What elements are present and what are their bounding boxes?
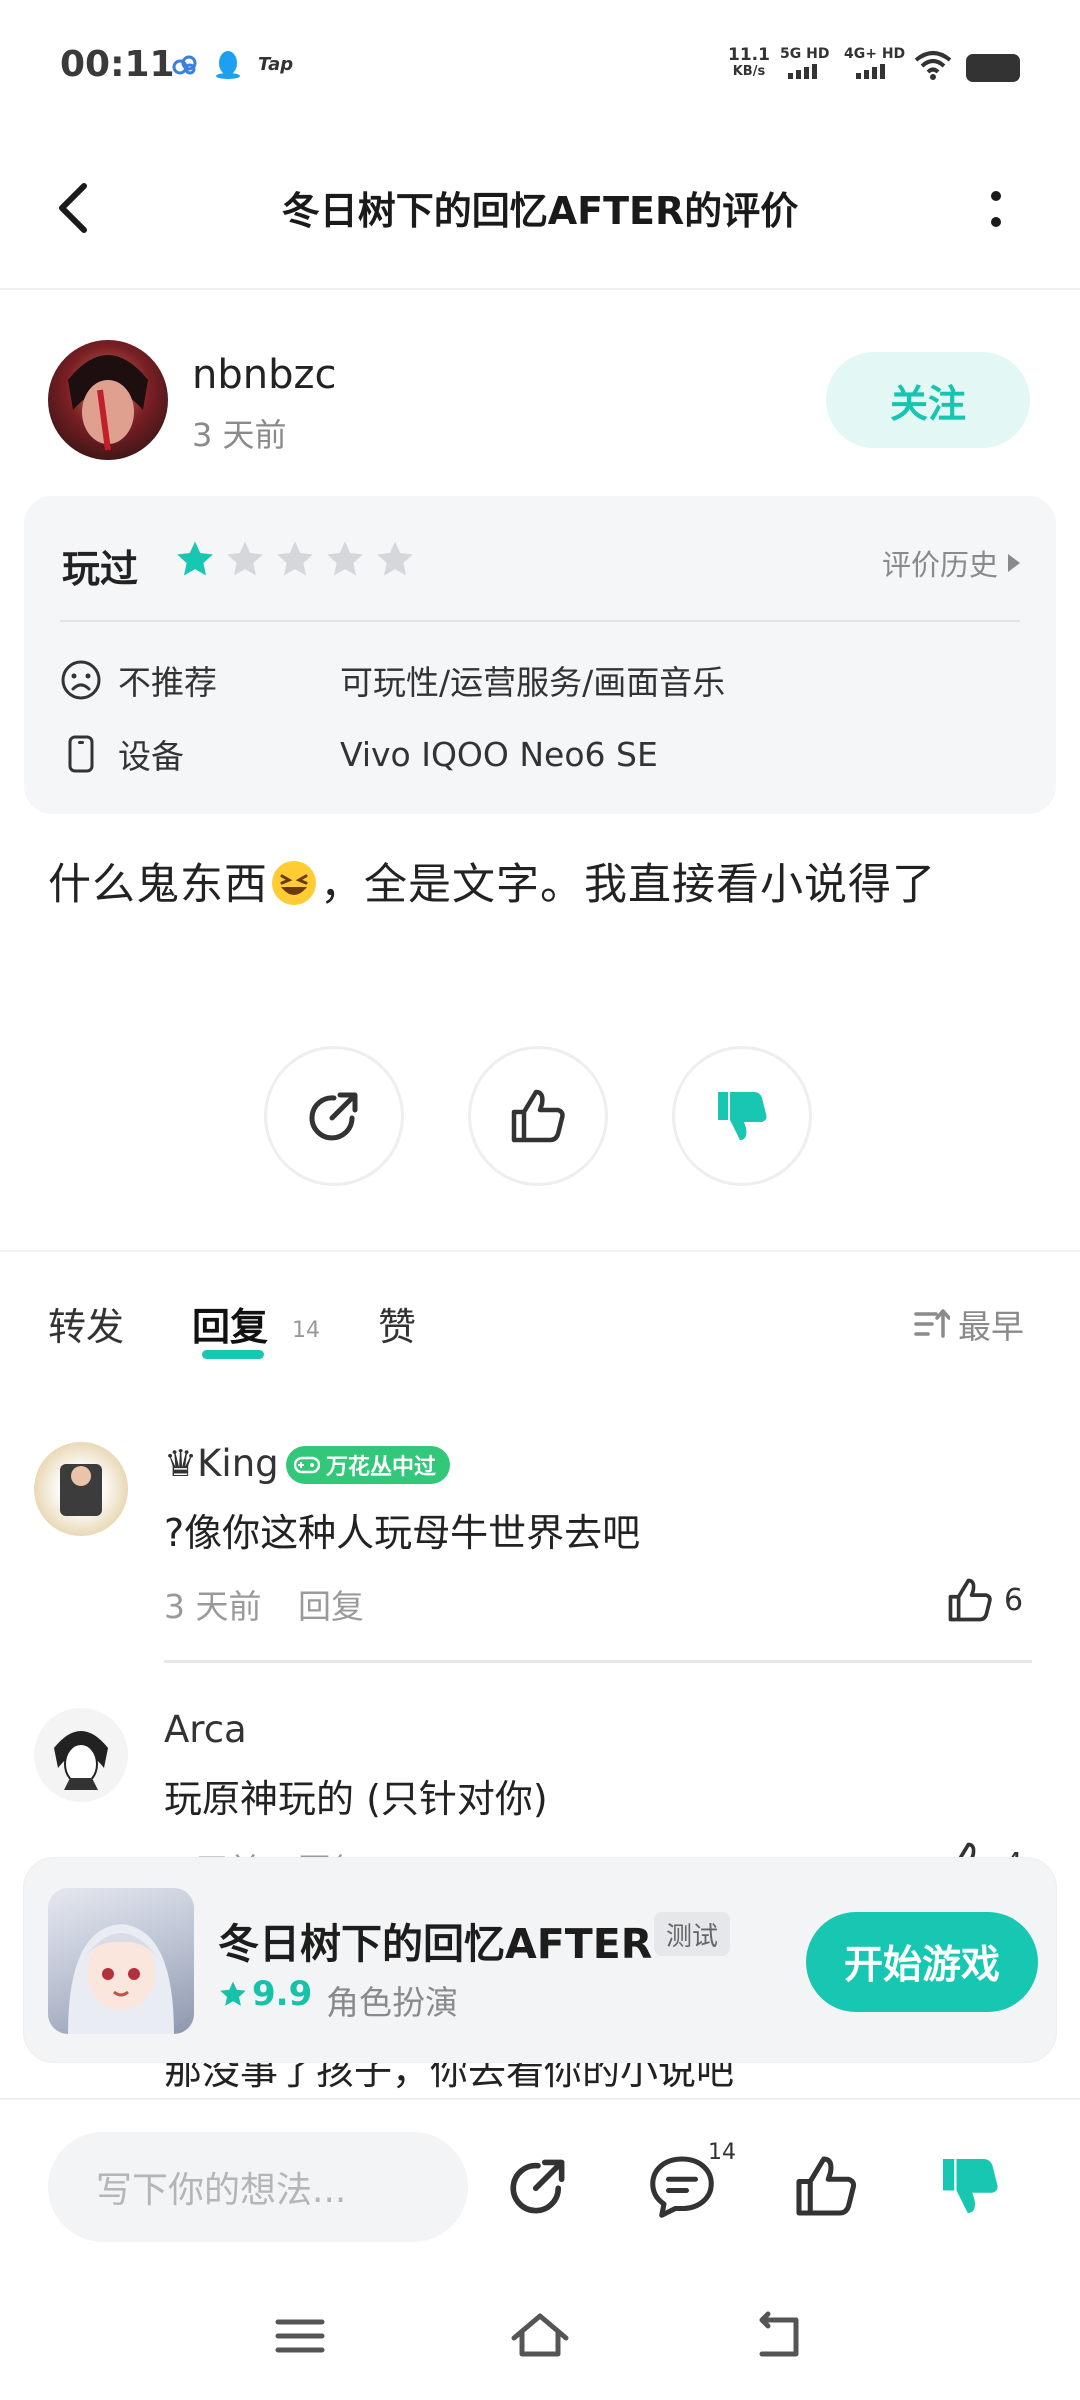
follow-button[interactable]: 关注	[826, 352, 1030, 448]
star-empty-icon	[327, 541, 363, 576]
star-empty-icon	[227, 541, 263, 576]
comment-avatar[interactable]	[34, 1708, 128, 1802]
bottom-action-bar: 写下你的想法... 14	[0, 2098, 1080, 2242]
thumbs-up-icon[interactable]	[790, 2150, 862, 2222]
comment-reply-button[interactable]: 回复	[298, 1580, 364, 1628]
dislike-button[interactable]	[672, 1046, 812, 1186]
device-label: 设备	[118, 737, 184, 776]
game-cover-image[interactable]	[48, 1888, 194, 2034]
sad-face-icon	[61, 660, 101, 700]
device-row: 设备 Vivo IQOO Neo6 SE	[60, 730, 658, 778]
review-history-label: 评价历史	[881, 548, 998, 582]
sort-toggle[interactable]: 最早	[914, 1300, 1024, 1348]
user-badge: 万花丛中过	[286, 1446, 451, 1484]
grinning-squinting-emoji-icon	[272, 861, 316, 905]
author-name[interactable]: nbnbzc	[192, 352, 336, 398]
comment-text: ?像你这种人玩母牛世界去吧	[164, 1511, 641, 1555]
game-card[interactable]: 冬日树下的回忆AFTER 测试 9.9 角色扮演 开始游戏	[24, 1858, 1056, 2062]
game-score: 9.9	[218, 1974, 312, 2014]
tab-likes[interactable]: 赞	[378, 1296, 416, 1351]
star-empty-icon	[277, 541, 313, 576]
sim2-label: 4G+ HD	[844, 46, 906, 62]
author-avatar[interactable]	[48, 340, 168, 460]
like-button[interactable]	[468, 1046, 608, 1186]
rating-card: 玩过 评价历史 不推荐 可玩性/运营服务/画面音乐 设备 Vivo IQOO N…	[24, 496, 1056, 814]
comment-like-button[interactable]: 6	[944, 1574, 1023, 1626]
comment-like-count: 6	[1004, 1582, 1024, 1618]
star-rating	[174, 538, 416, 580]
start-game-button[interactable]: 开始游戏	[806, 1912, 1038, 2012]
wifi-icon	[914, 51, 952, 80]
status-bar: 00:11 Tap 11.1 KB/s 5G HD 4G+ HD	[0, 0, 1080, 130]
game-genre: 角色扮演	[326, 1983, 458, 2022]
status-time: 00:11	[60, 44, 175, 85]
badge-label: 万花丛中过	[326, 1455, 437, 1480]
sim1-label: 5G HD	[780, 46, 830, 62]
sort-label: 最早	[958, 1307, 1024, 1346]
played-label: 玩过	[62, 547, 139, 591]
tab-repost[interactable]: 转发	[48, 1296, 124, 1351]
recommend-reasons: 可玩性/运营服务/画面音乐	[340, 663, 726, 702]
thumbs-up-icon	[948, 1578, 992, 1622]
recommend-label: 不推荐	[118, 663, 217, 702]
system-navigation-bar	[0, 2270, 1080, 2400]
home-icon[interactable]	[510, 2306, 570, 2366]
caret-right-icon	[1008, 554, 1020, 572]
battery-icon	[966, 54, 1020, 82]
more-options-icon[interactable]	[976, 182, 1016, 238]
signal-icon	[788, 64, 817, 79]
comment-time: 3 天前	[164, 1587, 262, 1626]
replies-count: 14	[292, 1318, 320, 1343]
game-test-tag: 测试	[654, 1912, 731, 1956]
menu-icon[interactable]	[270, 2306, 330, 2366]
comment-text: 玩原神玩的 (只针对你)	[164, 1777, 548, 1821]
tap-app-icon: Tap	[258, 54, 294, 75]
phone-device-icon	[68, 735, 94, 773]
comment-avatar[interactable]	[34, 1442, 128, 1536]
active-tab-indicator	[202, 1350, 264, 1359]
thumbs-up-icon	[511, 1089, 565, 1143]
page-title: 冬日树下的回忆AFTER的评价	[281, 189, 799, 233]
section-divider	[0, 1250, 1080, 1252]
signal-icon	[856, 64, 885, 79]
thumbs-down-filled-icon	[718, 1092, 767, 1140]
sort-icon	[914, 1309, 950, 1338]
star-filled-icon	[220, 1981, 246, 2006]
comment-author[interactable]: ♛King	[164, 1442, 279, 1485]
star-empty-icon	[377, 541, 413, 576]
review-body: 什么鬼东西 ，全是文字。我直接看小说得了	[48, 860, 936, 910]
thumbs-down-filled-icon[interactable]	[934, 2150, 1006, 2222]
comment-input[interactable]: 写下你的想法...	[48, 2132, 468, 2242]
device-model: Vivo IQOO Neo6 SE	[340, 734, 658, 774]
review-history-link[interactable]: 评价历史	[882, 542, 1020, 584]
back-arrow-icon[interactable]	[44, 178, 104, 238]
comment-divider	[164, 1660, 1032, 1663]
cloud-app-icon	[172, 55, 197, 75]
star-filled-icon	[177, 541, 213, 576]
qq-penguin-icon	[216, 51, 240, 79]
divider	[60, 620, 1020, 622]
share-icon	[309, 1092, 358, 1141]
top-header: 冬日树下的回忆AFTER的评价	[0, 130, 1080, 290]
back-icon[interactable]	[750, 2306, 810, 2366]
network-speed: 11.1 KB/s	[728, 45, 770, 79]
game-score-value: 9.9	[252, 1974, 313, 2014]
tab-replies[interactable]: 回复	[192, 1296, 268, 1351]
gamepad-icon	[294, 1456, 320, 1474]
review-time: 3 天前	[192, 416, 287, 454]
share-button[interactable]	[264, 1046, 404, 1186]
game-title[interactable]: 冬日树下的回忆AFTER	[218, 1910, 652, 1970]
comment-count-badge: 14	[708, 2140, 736, 2165]
recommend-row: 不推荐 可玩性/运营服务/画面音乐	[60, 656, 725, 704]
comment-author[interactable]: Arca	[164, 1708, 247, 1751]
share-icon[interactable]	[502, 2150, 574, 2222]
